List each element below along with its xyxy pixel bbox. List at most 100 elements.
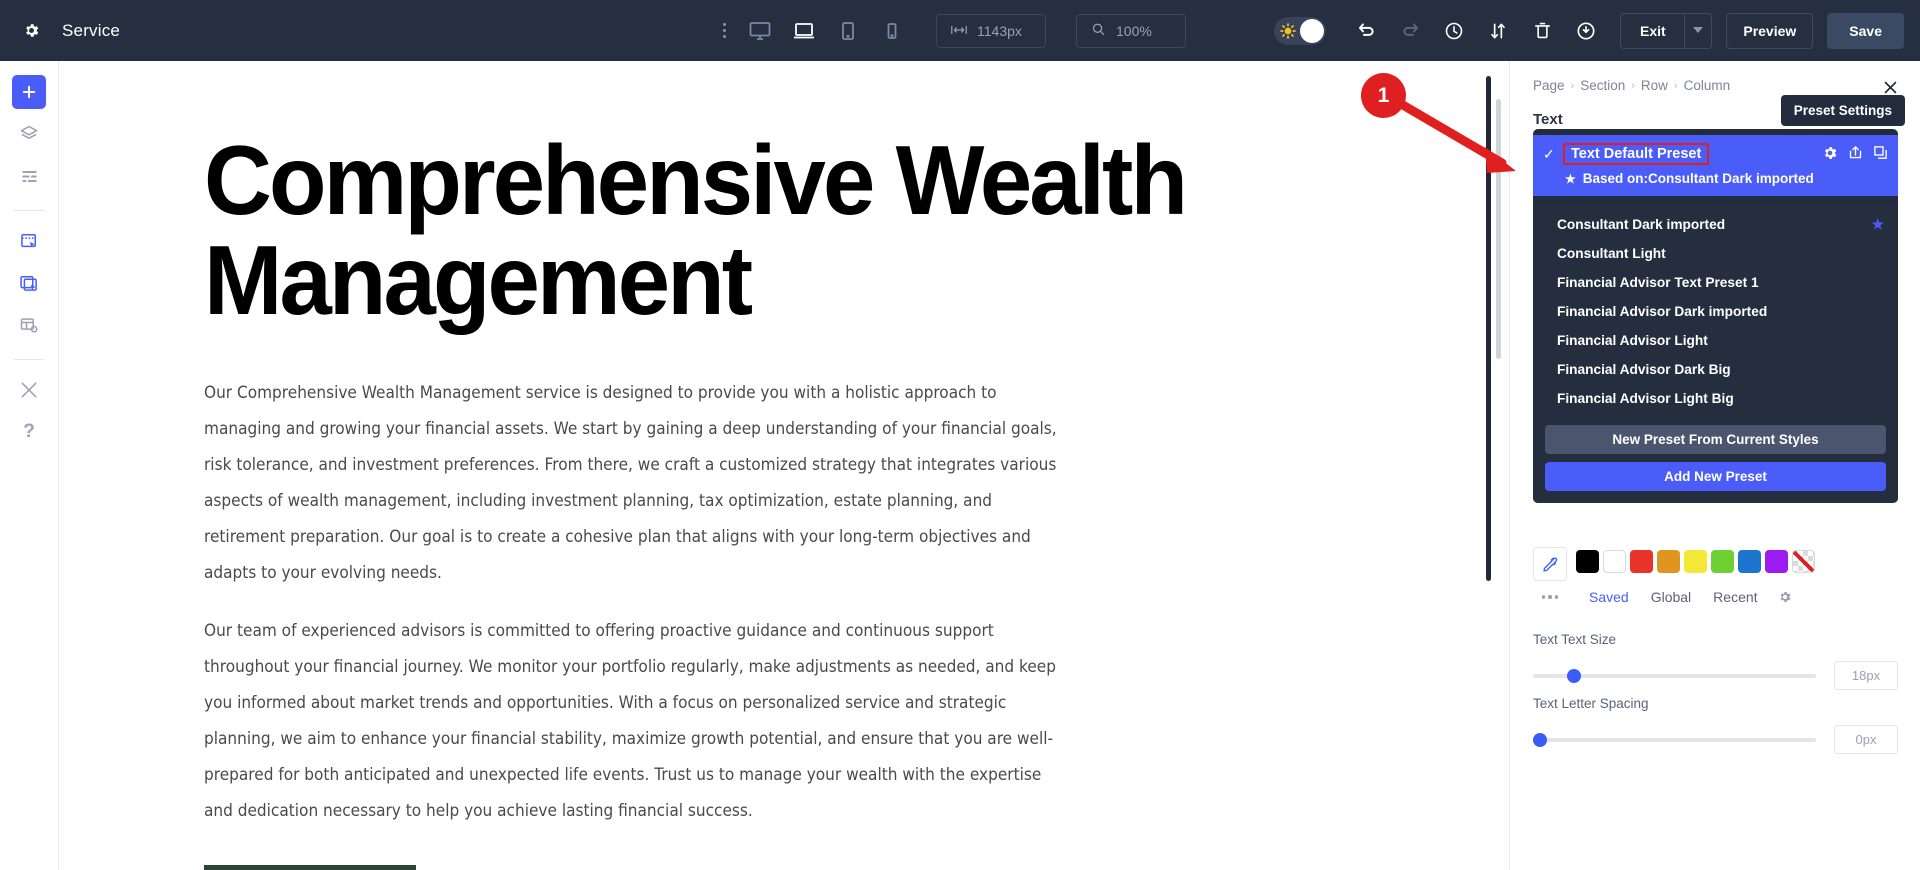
preset-item-label: Financial Advisor Light Big — [1557, 391, 1734, 406]
gear-icon[interactable] — [1822, 145, 1838, 166]
text-size-slider[interactable] — [1533, 668, 1816, 683]
redo-icon[interactable] — [1388, 0, 1432, 61]
swatch-green[interactable] — [1711, 550, 1734, 573]
swatch-black[interactable] — [1576, 550, 1599, 573]
swatches — [1576, 547, 1815, 573]
body-paragraph-2[interactable]: Our team of experienced advisors is comm… — [204, 613, 1074, 829]
magnifier-icon — [1091, 22, 1106, 40]
add-new-preset-button[interactable]: Add New Preset — [1545, 462, 1886, 491]
swatch-red[interactable] — [1630, 550, 1653, 573]
swatch-transparent[interactable] — [1792, 550, 1815, 573]
favorite-star-icon[interactable]: ★ — [1871, 216, 1884, 233]
zoom-field[interactable]: 100% — [1076, 13, 1186, 48]
device-mobile-button[interactable] — [870, 0, 914, 61]
tab-saved[interactable]: Saved — [1589, 589, 1629, 605]
top-toolbar: Service 1143px 100% Exit Preview Save — [0, 0, 1920, 61]
breadcrumb-column[interactable]: Column — [1684, 78, 1731, 93]
text-size-slider-thumb[interactable] — [1566, 668, 1581, 683]
undo-icon[interactable] — [1344, 0, 1388, 61]
list-item[interactable]: Consultant Light — [1533, 239, 1898, 268]
text-size-control: Text Text Size 18px — [1533, 632, 1898, 690]
trash-icon[interactable] — [1520, 0, 1564, 61]
list-item[interactable]: Financial Advisor Text Preset 1 — [1533, 268, 1898, 297]
duplicate-icon[interactable] — [1873, 145, 1888, 166]
sidebar-divider-2 — [14, 359, 44, 360]
sidebar-item-page-settings[interactable] — [12, 308, 46, 342]
swatch-yellow[interactable] — [1684, 550, 1707, 573]
swatch-orange[interactable] — [1657, 550, 1680, 573]
canvas-width-field[interactable]: 1143px — [936, 13, 1046, 48]
text-size-value[interactable]: 18px — [1834, 661, 1898, 690]
breadcrumb-page[interactable]: Page — [1533, 78, 1565, 93]
swatch-blue[interactable] — [1738, 550, 1761, 573]
exit-button-group: Exit — [1620, 12, 1713, 49]
swatch-white[interactable] — [1603, 550, 1626, 573]
sidebar-item-layers[interactable] — [12, 117, 46, 151]
settings-panel: Page › Section › Row › Column Text ✓ Tex… — [1486, 61, 1920, 870]
gear-icon[interactable] — [0, 0, 62, 61]
device-laptop-button[interactable] — [782, 0, 826, 61]
preset-item-label: Consultant Light — [1557, 246, 1666, 261]
new-preset-from-styles-button[interactable]: New Preset From Current Styles — [1545, 425, 1886, 454]
breadcrumb-separator-3: › — [1673, 79, 1678, 92]
sidebar-item-structure[interactable] — [12, 159, 46, 193]
exit-button[interactable]: Exit — [1620, 12, 1685, 49]
list-item[interactable]: Financial Advisor Dark Big — [1533, 355, 1898, 384]
device-desktop-button[interactable] — [738, 0, 782, 61]
app-title: Service — [62, 20, 121, 40]
sidebar-item-global-sections[interactable] — [12, 224, 46, 258]
power-icon[interactable] — [1564, 0, 1608, 61]
preset-settings-tooltip: Preset Settings — [1780, 95, 1905, 126]
page-headline[interactable]: Comprehensive Wealth Management — [204, 130, 1241, 331]
sidebar-item-add-element[interactable] — [12, 75, 46, 109]
preview-button[interactable]: Preview — [1726, 12, 1814, 49]
tab-recent[interactable]: Recent — [1713, 589, 1757, 605]
export-icon[interactable] — [1848, 145, 1863, 166]
swatch-purple[interactable] — [1765, 550, 1788, 573]
list-item[interactable]: Consultant Dark imported ★ — [1533, 210, 1898, 239]
kebab-menu-icon[interactable] — [710, 0, 738, 61]
sidebar-divider — [14, 210, 44, 211]
eyedropper-icon[interactable] — [1533, 547, 1567, 581]
letter-spacing-slider[interactable] — [1533, 732, 1816, 747]
annotation-arrow — [1391, 96, 1516, 173]
left-sidebar: ? — [0, 61, 59, 870]
chevron-down-icon[interactable] — [1684, 12, 1713, 49]
zoom-value: 100% — [1116, 22, 1152, 39]
preset-selected-item[interactable]: ✓ Text Default Preset ★ Based on:Consult… — [1533, 135, 1898, 196]
body-paragraph-1[interactable]: Our Comprehensive Wealth Management serv… — [204, 375, 1074, 591]
preset-item-label: Financial Advisor Dark imported — [1557, 304, 1768, 319]
save-button[interactable]: Save — [1827, 12, 1904, 49]
top-actions: Exit Preview Save — [1274, 0, 1920, 61]
breadcrumb-section[interactable]: Section — [1580, 78, 1625, 93]
sidebar-item-tools[interactable] — [12, 373, 46, 407]
clock-history-icon[interactable] — [1432, 0, 1476, 61]
preset-dropdown: ✓ Text Default Preset ★ Based on:Consult… — [1533, 129, 1898, 503]
cta-button[interactable] — [204, 864, 416, 870]
breadcrumb-row[interactable]: Row — [1641, 78, 1668, 93]
gear-icon[interactable] — [1778, 590, 1792, 604]
list-item[interactable]: Financial Advisor Dark imported — [1533, 297, 1898, 326]
sidebar-item-global-blocks[interactable] — [12, 266, 46, 300]
preset-list: Consultant Dark imported ★ Consultant Li… — [1533, 203, 1898, 419]
list-item[interactable]: Financial Advisor Light Big — [1533, 384, 1898, 413]
device-tablet-button[interactable] — [826, 0, 870, 61]
width-arrows-icon — [951, 23, 967, 39]
preset-actions: New Preset From Current Styles Add New P… — [1533, 419, 1898, 503]
preset-selected-label: Text Default Preset — [1563, 143, 1710, 165]
more-dots-icon[interactable] — [1533, 595, 1567, 599]
tab-global[interactable]: Global — [1651, 589, 1691, 605]
text-size-label: Text Text Size — [1533, 632, 1617, 647]
toggle-knob — [1300, 18, 1325, 43]
letter-spacing-slider-thumb[interactable] — [1533, 732, 1547, 747]
sort-arrows-icon[interactable] — [1476, 0, 1520, 61]
preset-item-label: Financial Advisor Text Preset 1 — [1557, 275, 1759, 290]
list-item[interactable]: Financial Advisor Light — [1533, 326, 1898, 355]
sun-toggle-icon[interactable] — [1274, 16, 1327, 45]
sidebar-item-help[interactable]: ? — [12, 415, 46, 449]
preset-item-label: Financial Advisor Light — [1557, 333, 1708, 348]
preset-item-label: Consultant Dark imported — [1557, 217, 1726, 232]
check-icon: ✓ — [1543, 145, 1555, 162]
dropdown-divider — [1533, 196, 1898, 203]
letter-spacing-value[interactable]: 0px — [1834, 725, 1898, 754]
